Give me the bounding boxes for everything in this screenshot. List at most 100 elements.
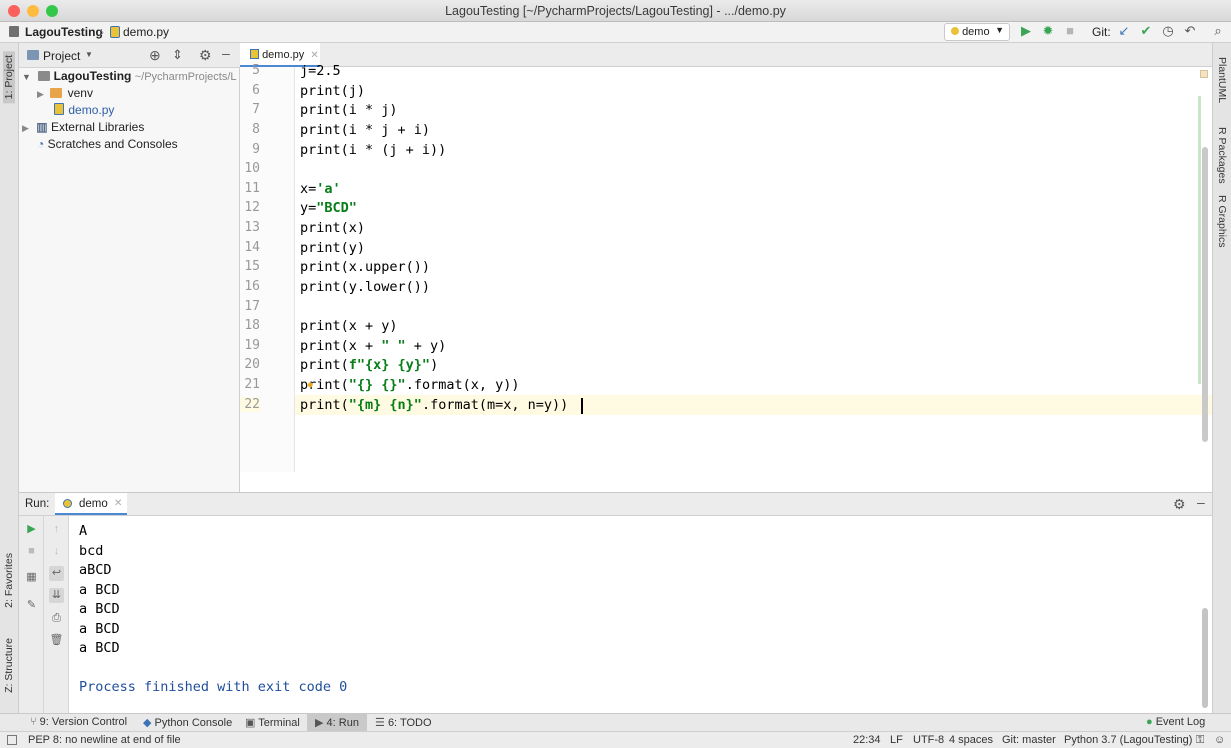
trash-icon[interactable]: 🗑: [49, 633, 64, 648]
line-number: 19: [244, 338, 260, 353]
inspection-status-icon[interactable]: [1200, 70, 1208, 78]
status-message: PEP 8: no newline at end of file: [28, 734, 181, 746]
tool-tab-version-control[interactable]: ⑂ 9: Version Control: [30, 716, 127, 728]
tool-tab-structure[interactable]: Z: Structure: [3, 638, 15, 693]
run-configuration-select[interactable]: demo ▼: [944, 23, 1010, 41]
python-interpreter[interactable]: Python 3.7 (LagouTesting): [1064, 734, 1192, 746]
stop-icon[interactable]: ■: [24, 544, 39, 559]
tool-tab-terminal[interactable]: ▣ Terminal: [245, 716, 300, 729]
caret-position[interactable]: 22:34: [853, 734, 881, 746]
tool-tab-r-packages[interactable]: R Packages: [1216, 127, 1228, 184]
breadcrumb-project[interactable]: LagouTesting: [25, 25, 103, 39]
scratch-icon: ◔: [37, 137, 45, 151]
editor-gutter: 5 6 7 8 9 10 11 12 13 14 15 16 17 18 19 …: [240, 63, 295, 472]
expanded-arrow-icon: ▼: [22, 72, 31, 82]
tool-tab-run[interactable]: ▶ 4: Run: [307, 714, 367, 731]
line-number: 21: [244, 377, 260, 392]
stop-icon[interactable]: ■: [1062, 23, 1078, 39]
run-panel-header: Run: demo ✕ ⚙ –: [19, 492, 1212, 516]
code-line-current: print("{m} {n}".format(m=x, n=y)): [300, 397, 569, 413]
indent-setting[interactable]: 4 spaces: [949, 734, 993, 746]
scroll-up-icon[interactable]: ↑: [49, 522, 64, 537]
list-icon: ☰: [375, 717, 385, 729]
run-console-output[interactable]: A bcd aBCD a BCD a BCD a BCD a BCD Proce…: [69, 516, 1212, 713]
run-icon[interactable]: ▶: [1018, 23, 1034, 39]
console-line: a BCD: [79, 582, 120, 598]
tree-item-label: Scratches and Consoles: [47, 137, 178, 151]
lock-icon[interactable]: ⚿: [1196, 734, 1204, 747]
rerun-icon[interactable]: ▶: [24, 522, 39, 537]
git-update-icon[interactable]: ↙: [1116, 23, 1132, 39]
search-icon[interactable]: ⌕: [1210, 23, 1226, 39]
tool-tab-label: 9: Version Control: [39, 716, 128, 728]
tool-tab-plantuml[interactable]: PlantUML: [1216, 57, 1228, 103]
run-tab-demo[interactable]: demo ✕: [55, 493, 127, 515]
file-encoding[interactable]: UTF-8: [913, 734, 944, 746]
tool-tab-todo[interactable]: ☰ 6: TODO: [375, 716, 432, 729]
folder-icon: [50, 88, 63, 98]
hide-icon[interactable]: –: [1197, 494, 1205, 510]
editor-tab-bar: demo.py ✕: [240, 43, 1212, 67]
tool-tab-r-graphics[interactable]: R Graphics: [1216, 195, 1228, 248]
close-tab-icon[interactable]: ✕: [114, 498, 122, 509]
gear-icon[interactable]: ⚙: [1173, 496, 1186, 513]
line-number: 11: [244, 181, 260, 196]
navigation-bar: LagouTesting › demo.py demo ▼ ▶ ✹ ■ Git:…: [0, 22, 1231, 43]
print-icon[interactable]: ⎙: [49, 611, 64, 626]
toggle-tool-windows-icon[interactable]: [7, 735, 17, 745]
hide-icon[interactable]: –: [222, 45, 230, 61]
code-line: print(j): [300, 83, 366, 99]
line-number: 12: [244, 200, 260, 215]
tree-item-external-libraries[interactable]: ▶ ▥ External Libraries: [19, 119, 144, 136]
tree-root-lagoutesting[interactable]: ▼ LagouTesting ~/PycharmProjects/L: [19, 68, 240, 85]
breadcrumb-file[interactable]: demo.py: [123, 25, 169, 39]
layout-icon[interactable]: ▦: [24, 570, 39, 585]
pin-icon[interactable]: ✎: [24, 598, 39, 613]
tool-tab-event-log[interactable]: ● Event Log: [1146, 716, 1205, 728]
gear-icon[interactable]: ⚙: [199, 47, 212, 64]
code-line: print(x + y): [300, 318, 398, 334]
library-icon: ▥: [36, 120, 48, 134]
code-editor[interactable]: j=2.5 print(j) print(i * j) print(i * j …: [295, 63, 1212, 472]
code-line: print(x + " " + y): [300, 338, 447, 354]
line-number: 14: [244, 240, 260, 255]
history-icon[interactable]: ◷: [1160, 23, 1176, 39]
tool-tab-python-console[interactable]: ◆ Python Console: [143, 716, 232, 729]
code-line: y="BCD": [300, 200, 357, 216]
python-file-icon: [110, 26, 120, 38]
tool-tab-favorites[interactable]: 2: Favorites: [3, 553, 15, 608]
intention-bulb-icon[interactable]: ●: [307, 379, 314, 391]
line-number: 18: [244, 318, 260, 333]
tool-tab-project[interactable]: 1: Project: [3, 51, 15, 104]
python-icon: [63, 499, 72, 508]
collapse-all-icon[interactable]: ⇕: [172, 47, 183, 63]
change-marker-stripe: [1198, 96, 1201, 384]
debug-icon[interactable]: ✹: [1040, 23, 1056, 39]
event-log-icon: ●: [1146, 716, 1153, 728]
run-toolbar-secondary: ↑ ↓ ↩ ⇊ ⎙ 🗑: [44, 516, 69, 713]
editor-scrollbar-thumb[interactable]: [1202, 147, 1208, 442]
collapsed-arrow-icon: ▶: [37, 89, 44, 99]
locate-icon[interactable]: ⊕: [149, 47, 161, 64]
rollback-icon[interactable]: ↶: [1182, 23, 1198, 39]
tool-tab-label: Python Console: [154, 717, 233, 729]
chevron-down-icon[interactable]: ▼: [85, 50, 93, 59]
git-branch[interactable]: Git: master: [1002, 734, 1056, 746]
code-line: j=2.5: [300, 63, 341, 79]
tree-item-demo-py[interactable]: demo.py: [19, 102, 114, 119]
project-view-select[interactable]: Project: [43, 49, 80, 63]
scroll-to-end-icon[interactable]: ⇊: [49, 588, 64, 603]
tree-item-venv[interactable]: ▶ venv: [19, 85, 93, 102]
close-tab-icon[interactable]: ✕: [310, 50, 318, 61]
soft-wrap-icon[interactable]: ↩: [49, 566, 64, 581]
breadcrumb-separator-icon: ›: [100, 25, 104, 39]
console-scrollbar-thumb[interactable]: [1202, 608, 1208, 708]
hector-icon[interactable]: ☺: [1214, 734, 1225, 746]
line-separator[interactable]: LF: [890, 734, 903, 746]
line-number-current: 22: [240, 397, 260, 412]
tree-item-scratches[interactable]: ◔ Scratches and Consoles: [19, 136, 178, 153]
scroll-down-icon[interactable]: ↓: [49, 544, 64, 559]
git-commit-icon[interactable]: ✔: [1138, 23, 1154, 39]
code-line: print(x.upper()): [300, 259, 431, 275]
code-line: print(i * (j + i)): [300, 142, 447, 158]
